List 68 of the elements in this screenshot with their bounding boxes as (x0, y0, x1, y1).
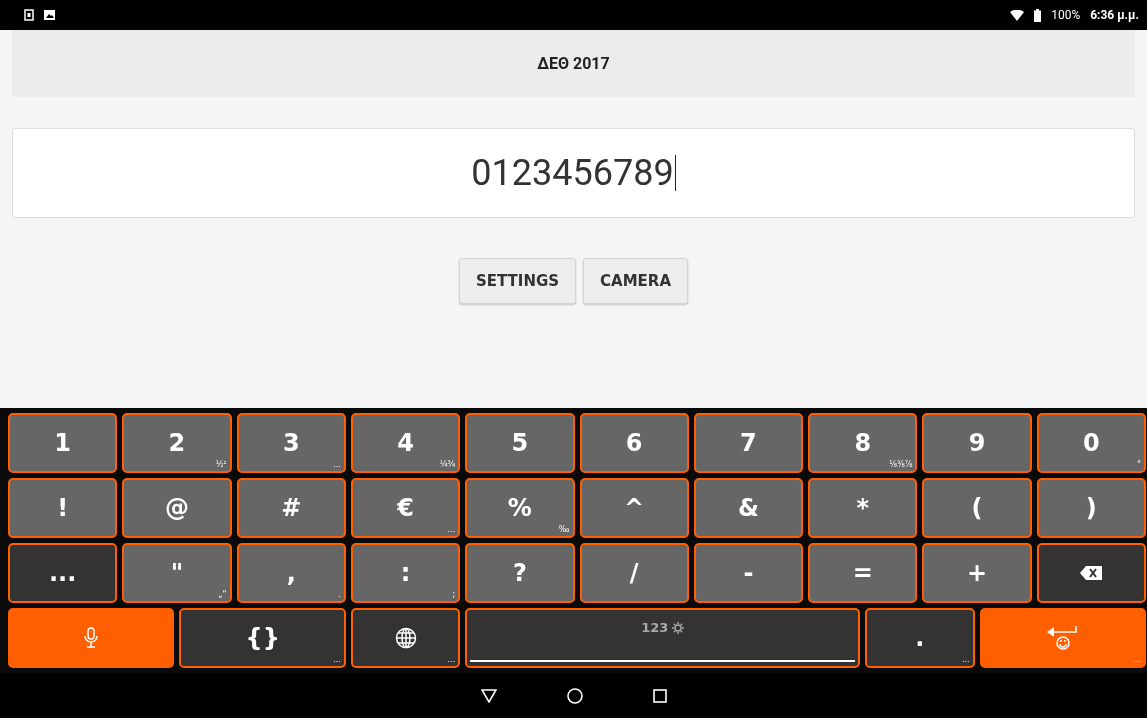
backspace-key[interactable] (1036, 543, 1146, 603)
key-hint: ½² (215, 460, 227, 469)
phone-icon (24, 9, 34, 21)
key-hint: ¼¾ (439, 460, 456, 469)
key-hint: ... (961, 655, 970, 664)
battery-percentage: 100% (1051, 8, 1081, 22)
key-hint: ‰ (558, 525, 570, 534)
keyboard-key[interactable]: ) (1036, 478, 1146, 538)
recents-icon[interactable] (652, 688, 667, 703)
keyboard-key[interactable]: 8 ⅛⅜⅞ (808, 413, 918, 473)
space-key[interactable]: 123 (465, 608, 861, 668)
keyboard-key[interactable]: 4 ¼¾ (350, 413, 461, 473)
keyboard-key[interactable]: . ... (865, 608, 975, 668)
image-icon (44, 10, 55, 20)
keyboard-key[interactable]: " „“ (122, 543, 232, 603)
keyboard-key[interactable]: ( (922, 478, 1032, 538)
keyboard-key[interactable]: 7 (693, 413, 804, 473)
keyboard-key[interactable]: ? (465, 543, 575, 603)
keyboard-key[interactable]: 0 ° (1036, 413, 1146, 473)
app-title: ΔΕΘ 2017 (537, 54, 610, 73)
key-hint: ; (452, 590, 456, 599)
keyboard-key[interactable]: 9 (922, 413, 1032, 473)
key-hint: ... (447, 655, 456, 664)
enter-key[interactable]: ... (979, 608, 1146, 668)
keyboard-key[interactable]: & (693, 478, 804, 538)
microphone-icon (83, 627, 100, 649)
key-hint: . (338, 590, 341, 599)
keyboard-key[interactable]: 2 ½² (122, 413, 232, 473)
key-hint: ... (333, 655, 341, 664)
key-label: 123 (641, 620, 669, 635)
keyboard-key[interactable]: : ; (350, 543, 461, 603)
input-field[interactable]: 0123456789 (12, 128, 1135, 218)
wifi-icon (1010, 9, 1025, 21)
keyboard-key[interactable]: + (922, 543, 1032, 603)
camera-button[interactable]: CAMERA (583, 258, 689, 304)
keyboard-key[interactable]: {} ... (179, 608, 346, 668)
enter-smiley-icon (1046, 624, 1079, 652)
backspace-icon (1080, 566, 1103, 580)
keyboard-key[interactable]: / (579, 543, 689, 603)
language-key[interactable]: ... (350, 608, 461, 668)
keyboard-key[interactable]: % ‰ (465, 478, 575, 538)
key-hint: „“ (218, 590, 227, 599)
keyboard-key[interactable]: # (236, 478, 346, 538)
key-hint: ... (1133, 655, 1141, 664)
keyboard-key[interactable]: - (693, 543, 804, 603)
keyboard-key[interactable]: 5 (465, 413, 575, 473)
keyboard-key[interactable]: 6 (579, 413, 689, 473)
battery-icon (1034, 8, 1042, 22)
back-icon[interactable] (480, 688, 497, 703)
globe-icon (394, 627, 417, 649)
home-icon[interactable] (566, 687, 583, 704)
keyboard-key[interactable]: ! (8, 478, 118, 538)
gear-icon (672, 621, 685, 634)
keyboard-key[interactable]: , . (236, 543, 346, 603)
key-hint: ... (333, 460, 341, 469)
keyboard-key[interactable]: @ (122, 478, 232, 538)
keyboard-key[interactable]: ^ (579, 478, 689, 538)
keyboard-key[interactable]: 3 ... (236, 413, 346, 473)
key-hint: ° (1137, 460, 1141, 469)
keyboard-key[interactable]: € ... (350, 478, 461, 538)
key-hint: ... (447, 525, 456, 534)
settings-button[interactable]: SETTINGS (458, 258, 577, 304)
keyboard-key[interactable]: = (808, 543, 918, 603)
keyboard-key[interactable]: * (808, 478, 918, 538)
keyboard-key[interactable]: ... (8, 543, 118, 603)
key-hint: ⅛⅜⅞ (889, 460, 913, 469)
keyboard-key[interactable]: 1 (8, 413, 118, 473)
clock: 6:36 μ.μ. (1090, 8, 1139, 22)
